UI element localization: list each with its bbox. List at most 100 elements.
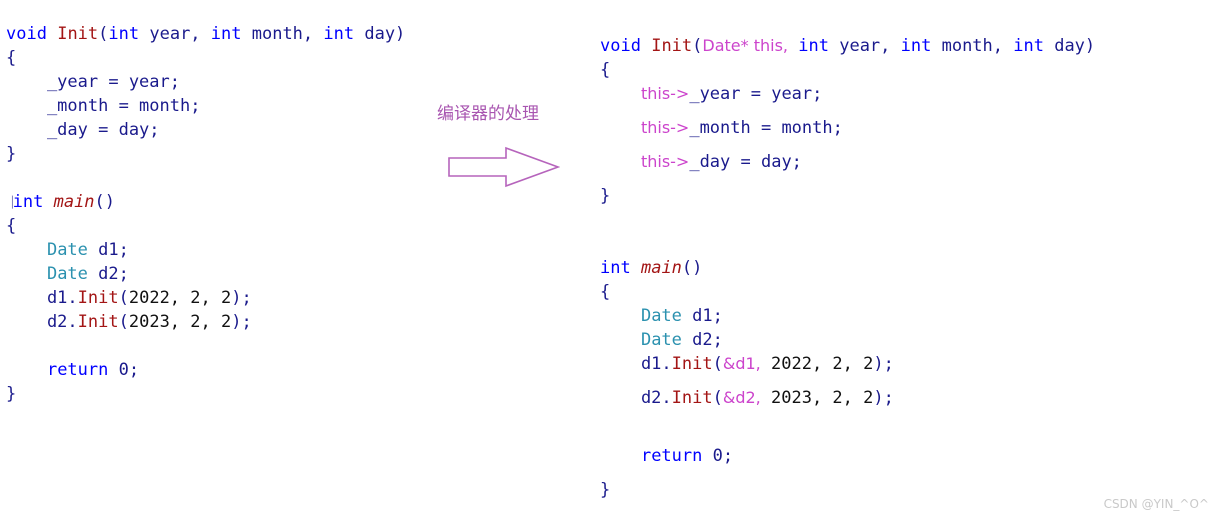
code-token-plain: { [6, 216, 17, 236]
code-token-plain: _year = year; [6, 72, 180, 92]
annotation-label: 编译器的处理 [437, 104, 539, 124]
code-token-plain: d2; [87, 264, 129, 284]
code-line: Date d2; [6, 262, 405, 286]
code-token-inject: &d2, [722, 388, 761, 407]
code-line: } [6, 142, 405, 166]
code-token-plain: _month = month; [6, 96, 201, 116]
code-line [600, 420, 1095, 444]
code-line [600, 208, 1095, 232]
code-token-kw: int [210, 24, 242, 44]
code-token-plain: } [6, 144, 17, 164]
code-token-kw: void [600, 36, 641, 56]
code-line: Date d1; [600, 304, 1095, 328]
code-token-plain: _month = month; [689, 118, 843, 138]
code-token-punct: ( [692, 36, 703, 56]
code-token-punct: ( [98, 24, 109, 44]
code-token-plain: } [6, 384, 17, 404]
code-line: _month = month; [6, 94, 405, 118]
code-token-num: 2023, 2, 2 [128, 312, 232, 332]
code-token-inject: this-> [640, 118, 690, 137]
code-token-num: 2023, 2, 2 [771, 388, 874, 408]
code-line: d1.Init(2022, 2, 2); [6, 286, 405, 310]
code-token-plain: 0; [702, 446, 734, 466]
code-line: return 0; [6, 358, 405, 382]
code-line: _day = day; [6, 118, 405, 142]
code-token-kw: int [900, 36, 932, 56]
code-token-punct: ( [712, 388, 723, 408]
code-line: d1.Init(&d1, 2022, 2, 2); [600, 352, 1095, 386]
code-token-plain: d1. [600, 354, 672, 374]
code-token-kw: return [46, 360, 109, 380]
code-line: d2.Init(2023, 2, 2); [6, 310, 405, 334]
code-line [600, 232, 1095, 256]
code-token-plain: () [94, 192, 116, 212]
code-token-kw: int [108, 24, 140, 44]
code-token-inject: this-> [640, 152, 690, 171]
code-line: d2.Init(&d2, 2023, 2, 2); [600, 386, 1095, 420]
original-code-block: void Init(int year, int month, int day){… [6, 22, 405, 406]
code-line: return 0; [600, 444, 1095, 478]
code-token-num: 2022, 2, 2 [128, 288, 232, 308]
code-token-plain: } [600, 480, 611, 500]
code-token-punct: ); [873, 388, 894, 408]
code-token-plain: d1; [87, 240, 129, 260]
code-token-fn: Init [671, 354, 713, 374]
code-token-plain: } [600, 186, 611, 206]
clipped-glyph-artifact: ▕ [6, 196, 13, 209]
code-line: { [600, 280, 1095, 304]
code-token-plain: month, [931, 36, 1014, 56]
code-token-kw: int [600, 258, 631, 278]
code-token-plain: { [6, 48, 17, 68]
code-line: { [600, 58, 1095, 82]
code-token-kw: int [323, 24, 355, 44]
code-token-kw: return [640, 446, 703, 466]
code-line: } [600, 478, 1095, 502]
csdn-watermark: CSDN @YIN_^O^ [1103, 497, 1209, 511]
code-token-plain: day) [1043, 36, 1096, 56]
arrow-shape [448, 146, 561, 188]
code-token-plain: _year = year; [689, 84, 823, 104]
code-token-plain: () [681, 258, 703, 278]
code-token-fn: Init [671, 388, 713, 408]
code-line: void Init(Date* this, int year, int mont… [600, 34, 1095, 58]
screenshot-root: { "colors": { "background": "#ffffff", "… [0, 0, 1219, 517]
code-token-plain: _day = day; [6, 120, 160, 140]
code-token-plain: d1; [681, 306, 723, 326]
code-line: } [6, 382, 405, 406]
code-token-punct: ( [118, 312, 129, 332]
code-token-type: Date [640, 306, 682, 326]
code-token-plain: day) [354, 24, 406, 44]
code-token-plain: d2; [681, 330, 723, 350]
code-token-type: Date [640, 330, 682, 350]
code-line: { [6, 46, 405, 70]
code-token-kw: int [12, 192, 44, 212]
code-token-plain: d2. [6, 312, 78, 332]
code-token-plain: d2. [600, 388, 672, 408]
code-token-inject: this-> [640, 84, 690, 103]
code-token-plain: year, [828, 36, 901, 56]
code-token-punct: ( [712, 354, 723, 374]
code-token-fn: Init [651, 36, 693, 56]
code-token-num: 2022, 2, 2 [771, 354, 874, 374]
code-token-inject: Date* this, [702, 36, 789, 55]
code-token-plain: 0; [108, 360, 140, 380]
code-token-fn: Init [77, 312, 119, 332]
code-token-plain: d1. [6, 288, 78, 308]
code-token-plain: month, [241, 24, 324, 44]
code-token-fn-main: main [640, 258, 682, 278]
